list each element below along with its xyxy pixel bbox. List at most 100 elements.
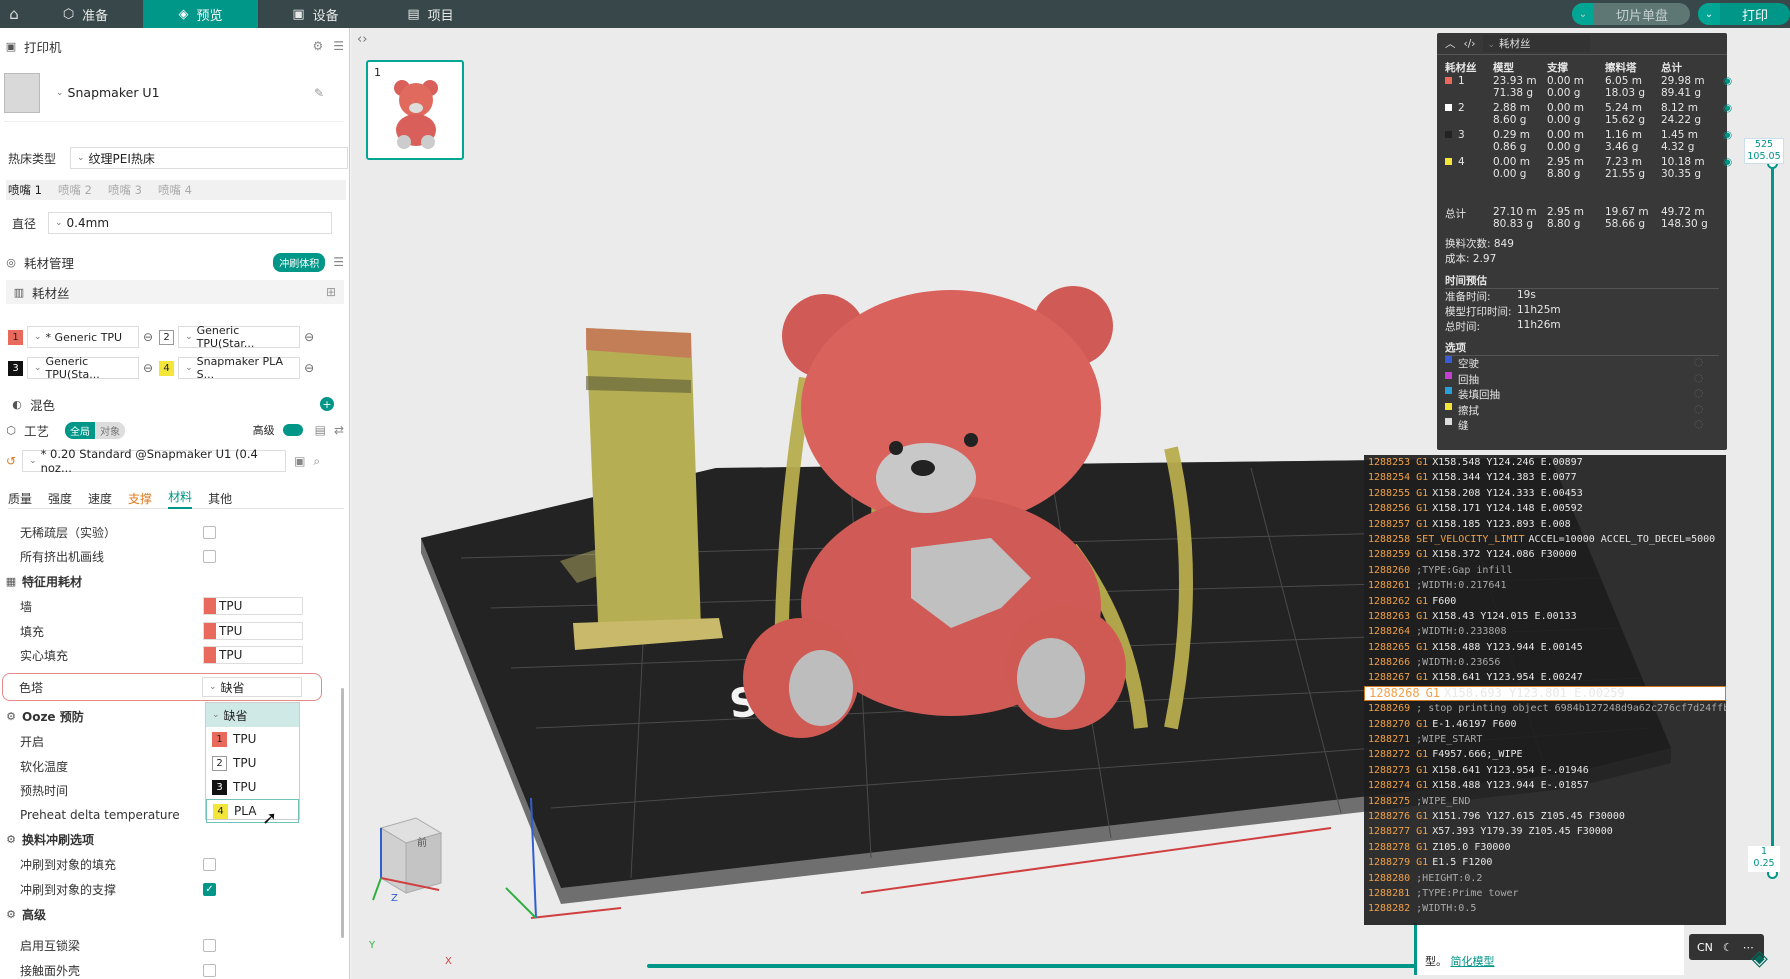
flush-volume-button[interactable]: 冲刷体积	[273, 252, 326, 272]
tab-project[interactable]: ▤ 项目	[373, 0, 488, 28]
checkbox[interactable]	[203, 857, 216, 871]
sliders-icon[interactable]: ☰	[333, 255, 344, 269]
simplify-model-link[interactable]: 简化模型	[1451, 955, 1495, 968]
chevron-down-icon[interactable]: ⌄	[1697, 3, 1720, 25]
gcode-line[interactable]: 1288270 G1 E-1.46197 F600	[1364, 717, 1726, 732]
gcode-line[interactable]: 1288268 G1 X158.693 Y123.801 E.00259	[1364, 685, 1726, 702]
search-icon[interactable]: ⌕	[313, 454, 320, 469]
gcode-line[interactable]: 1288276 G1 X151.796 Y127.615 Z105.45 F3000…	[1364, 809, 1726, 824]
checkbox[interactable]	[203, 963, 216, 977]
object-toggle[interactable]: 对象	[95, 421, 126, 439]
infill-filament-select[interactable]: TPU	[203, 622, 303, 640]
gcode-line[interactable]: 1288277 G1 X57.393 Y179.39 Z105.45 F30000	[1364, 824, 1726, 839]
gcode-line[interactable]: 1288273 G1 X158.641 Y123.954 E-.01946	[1364, 763, 1726, 778]
gcode-line[interactable]: 1288263 G1 X158.43 Y124.015 E.00133	[1364, 609, 1726, 624]
list-icon[interactable]: ▤	[315, 423, 326, 437]
gcode-viewer[interactable]: 1288253 G1 X158.548 Y124.246 E.00897 128825…	[1364, 455, 1726, 925]
gcode-line[interactable]: 1288269; stop printing object 6984b12724…	[1364, 701, 1726, 716]
gcode-line[interactable]: 1288256 G1 X158.171 Y124.148 E.00592	[1364, 501, 1726, 516]
gcode-line[interactable]: 1288253 G1 X158.548 Y124.246 E.00897	[1364, 455, 1726, 470]
eye-icon[interactable]: ◉	[1723, 102, 1732, 126]
checkbox[interactable]	[203, 525, 216, 539]
tab-speed[interactable]: 速度	[88, 490, 112, 507]
gcode-line[interactable]: 1288255 G1 X158.208 Y124.333 E.00453	[1364, 486, 1726, 501]
process-profile-select[interactable]: ⌄ * 0.20 Standard @Snapmaker U1 (0.4 noz.…	[22, 447, 287, 475]
remove-icon[interactable]: ⊖	[304, 330, 314, 344]
tab-strength[interactable]: 强度	[48, 490, 72, 507]
eye-icon[interactable]: ◉	[1723, 129, 1732, 153]
checkbox[interactable]	[203, 549, 216, 563]
code-icon[interactable]: ‹/›	[1464, 38, 1476, 50]
tab-prepare[interactable]: ⬡ 准备	[28, 0, 143, 28]
add-filament-icon[interactable]: ⊞	[326, 285, 336, 299]
edit-icon[interactable]: ✎	[314, 86, 324, 100]
chevron-down-icon[interactable]: ⌄	[1571, 3, 1594, 25]
scrollbar[interactable]	[341, 688, 344, 938]
gcode-line[interactable]: 1288262 G1 F600	[1364, 594, 1726, 609]
eye-off-icon[interactable]: ◌	[1694, 403, 1703, 418]
gcode-line[interactable]: 1288274 G1 X158.488 Y123.944 E-.01857	[1364, 778, 1726, 793]
eye-icon[interactable]: ◉	[1723, 156, 1732, 180]
moon-icon[interactable]: ☾	[1723, 941, 1733, 954]
view-type-select[interactable]: ⌄ 耗材丝	[1483, 35, 1591, 52]
slice-plate-button[interactable]: ⌄ 切片单盘	[1571, 3, 1690, 25]
compare-icon[interactable]: ⇄	[334, 423, 344, 437]
dropdown-option-2[interactable]: 2 TPU	[206, 751, 299, 775]
eye-off-icon[interactable]: ◌	[1694, 356, 1703, 371]
advanced-switch[interactable]	[282, 424, 303, 436]
gcode-line[interactable]: 1288265 G1 X158.488 Y123.944 E.00145	[1364, 640, 1726, 655]
settings-icon[interactable]: ⚙	[312, 39, 323, 53]
tab-device[interactable]: ▣ 设备	[258, 0, 373, 28]
filament-select-1[interactable]: ⌄ * Generic TPU	[27, 326, 139, 348]
filament-select-3[interactable]: ⌄ Generic TPU(Sta...	[27, 355, 139, 381]
gcode-line[interactable]: 1288267 G1 X158.641 Y123.954 E.00247	[1364, 670, 1726, 685]
bed-type-select[interactable]: ⌄ 纹理PEI热床	[70, 147, 348, 169]
gcode-line[interactable]: 1288280 ;HEIGHT:0.2	[1364, 871, 1726, 886]
gcode-line[interactable]: 1288278 G1 Z105.0 F30000	[1364, 840, 1726, 855]
gcode-line[interactable]: 1288275 ;WIPE_END	[1364, 794, 1726, 809]
tab-preview[interactable]: ◈ 预览	[143, 0, 258, 28]
remove-icon[interactable]: ⊖	[143, 361, 153, 375]
filament-select-2[interactable]: ⌄ Generic TPU(Star...	[178, 324, 301, 350]
global-toggle[interactable]: 全局	[65, 421, 96, 439]
checkbox[interactable]	[203, 938, 216, 952]
filament-select-4[interactable]: ⌄ Snapmaker PLA S...	[178, 355, 301, 381]
gcode-line[interactable]: 1288260 ;TYPE:Gap infill	[1364, 563, 1726, 578]
remove-icon[interactable]: ⊖	[143, 330, 153, 344]
reset-icon[interactable]: ↺	[6, 454, 16, 468]
layer-slider-track[interactable]	[1771, 163, 1774, 875]
eye-icon[interactable]: ◉	[1723, 75, 1732, 99]
save-icon[interactable]: ▣	[294, 454, 305, 468]
tab-quality[interactable]: 质量	[8, 490, 32, 507]
solid-infill-filament-select[interactable]: TPU	[203, 646, 303, 664]
eye-off-icon[interactable]: ◌	[1694, 387, 1703, 402]
gcode-line[interactable]: 1288281 ;TYPE:Prime tower	[1364, 886, 1726, 901]
view-cube[interactable]	[372, 817, 443, 901]
tab-nozzle-2[interactable]: 喷嘴 2	[50, 182, 100, 198]
gcode-line[interactable]: 1288258 SET_VELOCITY_LIMIT ACCEL=10000 ACC…	[1364, 532, 1726, 547]
collapse-icon[interactable]: ︿	[1445, 36, 1456, 51]
prime-tower-filament-select[interactable]: ⌄ 缺省	[202, 677, 302, 697]
gcode-line[interactable]: 1288261 ;WIDTH:0.217641	[1364, 578, 1726, 593]
gcode-line[interactable]: 1288257 G1 X158.185 Y123.893 E.008	[1364, 517, 1726, 532]
wall-filament-select[interactable]: TPU	[203, 597, 303, 615]
printer-selector[interactable]: ⌄ Snapmaker U1 ✎	[4, 64, 344, 122]
gcode-line[interactable]: 1288264 ;WIDTH:0.233808	[1364, 624, 1726, 639]
eye-off-icon[interactable]: ◌	[1694, 418, 1703, 433]
remove-icon[interactable]: ⊖	[304, 361, 314, 375]
tab-support[interactable]: 支撑	[128, 490, 152, 507]
dropdown-option-3[interactable]: 3 TPU	[206, 775, 299, 799]
sliders-icon[interactable]: ☰	[333, 39, 344, 53]
gcode-line[interactable]: 1288259 G1 X158.372 Y124.086 F30000	[1364, 547, 1726, 562]
gcode-line[interactable]: 1288266 ;WIDTH:0.23656	[1364, 655, 1726, 670]
tab-nozzle-3[interactable]: 喷嘴 3	[100, 182, 150, 198]
gcode-line[interactable]: 1288272 G1 F4957.666;_WIPE	[1364, 747, 1726, 762]
dropdown-option-default[interactable]: ⌄ 缺省	[206, 703, 299, 727]
tab-material[interactable]: 材料	[168, 488, 193, 509]
gcode-line[interactable]: 1288282 ;WIDTH:0.5	[1364, 901, 1726, 916]
dropdown-option-1[interactable]: 1 TPU	[206, 727, 299, 751]
home-icon[interactable]: ⌂	[0, 0, 28, 28]
print-button[interactable]: ⌄ 打印	[1697, 3, 1790, 25]
tab-nozzle-1[interactable]: 喷嘴 1	[6, 182, 50, 198]
tab-nozzle-4[interactable]: 喷嘴 4	[150, 182, 200, 198]
